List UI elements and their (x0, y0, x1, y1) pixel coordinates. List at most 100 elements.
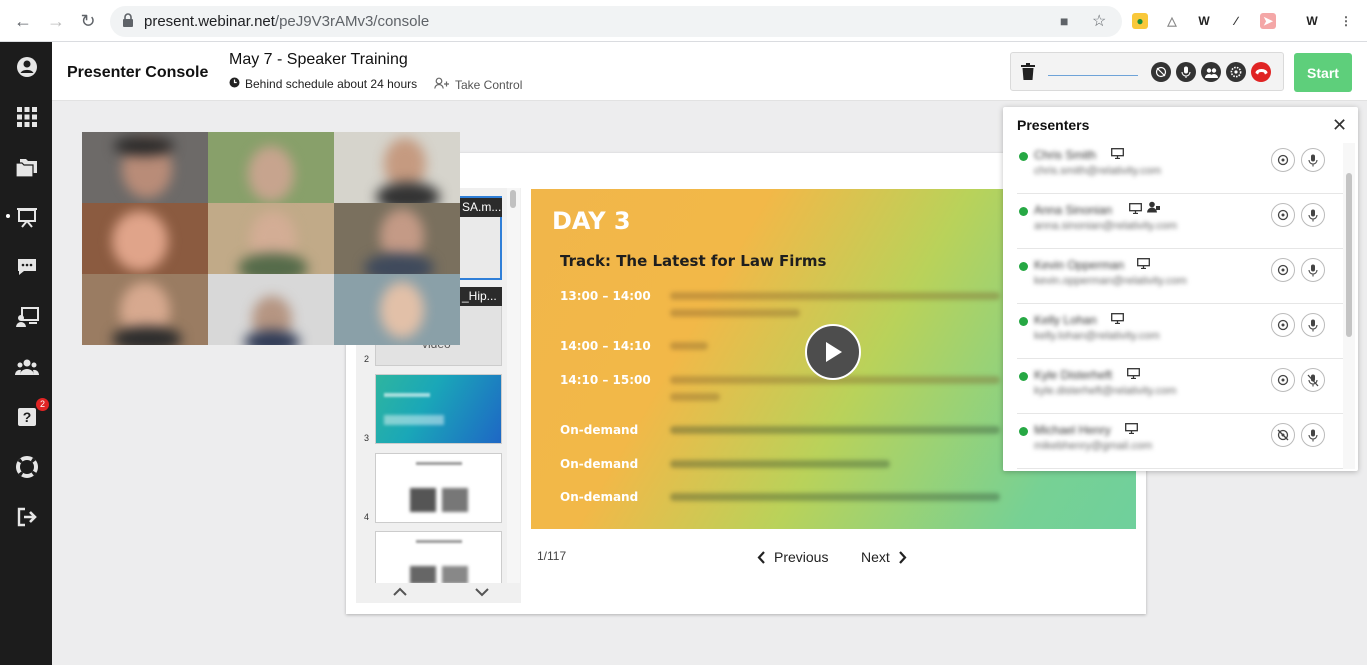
participants-button[interactable] (1201, 62, 1221, 82)
scroll-handle[interactable] (1346, 173, 1352, 337)
slide-session-text (670, 309, 800, 317)
thumbnail-1-label: SA.m... (460, 198, 502, 217)
scroll-handle[interactable] (510, 190, 516, 208)
video-tile (208, 203, 334, 274)
thumbnail-text (416, 462, 462, 465)
camera-icon[interactable]: ■ (1060, 13, 1068, 29)
thumbnail-text (384, 415, 444, 425)
screen-share-icon (1137, 256, 1150, 274)
trash-icon[interactable] (1021, 63, 1037, 81)
slide-time: On-demand (560, 423, 639, 437)
chevron-up-icon[interactable] (393, 584, 407, 600)
slide-time: 14:10 – 15:00 (560, 373, 651, 387)
thumbnail-photo (410, 488, 436, 512)
extension-icon[interactable]: ➤ (1260, 13, 1276, 29)
slide-time: 14:00 – 14:10 (560, 339, 651, 353)
extension-icon[interactable]: W (1304, 13, 1320, 29)
presenter-email: chris.smith@relativity.com (1034, 165, 1162, 177)
next-label: Next (861, 549, 890, 565)
console-title: Presenter Console (67, 64, 209, 81)
screen-share-icon (1111, 311, 1124, 329)
event-title: May 7 - Speaker Training (229, 51, 408, 68)
mic-toggle-button[interactable] (1301, 313, 1325, 337)
mic-toggle-button[interactable] (1301, 203, 1325, 227)
mic-button[interactable] (1176, 62, 1196, 82)
presenter-name: Kyle Disterheft (1034, 368, 1113, 382)
thumbnail-5[interactable] (375, 531, 502, 583)
hang-up-button[interactable] (1251, 62, 1271, 82)
schedule-text: Behind schedule about 24 hours (245, 77, 418, 91)
chat-icon[interactable] (14, 254, 40, 280)
screen-share-icon (1127, 366, 1140, 384)
participant-face (112, 211, 168, 271)
presenters-scrollbar[interactable] (1343, 143, 1355, 469)
previous-button[interactable]: Previous (757, 549, 828, 565)
url-text: present.webinar.net/peJ9V3rAMv3/console (144, 13, 430, 30)
settings-button[interactable] (1226, 62, 1246, 82)
take-control-button[interactable]: Take Control (434, 77, 522, 92)
participant-face (364, 253, 434, 274)
user-icon[interactable] (14, 54, 40, 80)
thumbnail-3[interactable] (375, 374, 502, 444)
video-tile (208, 132, 334, 203)
next-button[interactable]: Next (861, 549, 907, 565)
folders-icon[interactable] (14, 154, 40, 180)
start-button[interactable]: Start (1294, 53, 1352, 92)
chevron-right-icon (898, 550, 907, 564)
presentation-icon[interactable] (14, 204, 40, 230)
thumbnail-2-label: _Hip... (460, 287, 502, 306)
thumbnail-number: 4 (364, 512, 370, 522)
presenter-name: Michael Henry (1034, 423, 1111, 437)
menu-kebab-icon[interactable]: ⋮ (1338, 13, 1354, 29)
thumbnail-4[interactable] (375, 453, 502, 523)
mic-muted-button[interactable] (1301, 368, 1325, 392)
play-button[interactable] (805, 324, 861, 380)
close-icon[interactable]: ✕ (1332, 115, 1347, 136)
camera-toggle-button[interactable] (1271, 368, 1295, 392)
extension-icon[interactable]: W (1196, 13, 1212, 29)
presenter-name: Kevin Opperman (1034, 258, 1125, 272)
mic-toggle-button[interactable] (1301, 423, 1325, 447)
slide-track: Track: The Latest for Law Firms (560, 252, 827, 270)
lock-icon (122, 13, 136, 29)
schedule-status: Behind schedule about 24 hours (229, 77, 417, 91)
presenter-row: Chris Smith chris.smith@relativity.com (1017, 139, 1343, 194)
participant-face (112, 326, 182, 345)
presenter-screen-icon[interactable] (14, 304, 40, 330)
chevron-down-icon[interactable] (475, 584, 489, 600)
camera-off-toggle-button[interactable] (1271, 423, 1295, 447)
video-tile (82, 274, 208, 345)
camera-toggle-button[interactable] (1271, 313, 1295, 337)
camera-off-button[interactable] (1151, 62, 1171, 82)
reload-icon[interactable]: ↻ (78, 11, 98, 31)
people-icon[interactable] (14, 354, 40, 380)
participant-face (244, 330, 300, 345)
back-icon[interactable]: ← (13, 11, 33, 31)
slide-session-text (670, 393, 720, 401)
app-header: Presenter Console May 7 - Speaker Traini… (52, 42, 1367, 101)
camera-toggle-button[interactable] (1271, 203, 1295, 227)
bookmark-star-icon[interactable]: ☆ (1092, 11, 1106, 31)
video-grid[interactable] (82, 132, 460, 345)
camera-toggle-button[interactable] (1271, 258, 1295, 282)
presenter-email: anna.sinonian@relativity.com (1034, 220, 1178, 232)
online-indicator (1019, 317, 1028, 326)
svg-text:?: ? (23, 409, 32, 425)
slide-time: On-demand (560, 457, 639, 471)
screen-share-icon (1111, 146, 1124, 164)
mic-toggle-button[interactable] (1301, 258, 1325, 282)
extension-icon[interactable]: △ (1164, 13, 1180, 29)
slide-day: DAY 3 (552, 207, 631, 235)
address-bar[interactable]: present.webinar.net/peJ9V3rAMv3/console … (110, 6, 1122, 37)
grid-icon[interactable] (14, 104, 40, 130)
mic-toggle-button[interactable] (1301, 148, 1325, 172)
extension-icon[interactable]: ∕ (1228, 13, 1244, 29)
thumbnail-scrollbar[interactable] (507, 188, 520, 583)
lifebuoy-icon[interactable] (14, 454, 40, 480)
video-tile (208, 274, 334, 345)
camera-toggle-button[interactable] (1271, 148, 1295, 172)
extension-icon[interactable]: ● (1132, 13, 1148, 29)
screen-share-icon (1129, 201, 1142, 219)
sign-out-icon[interactable] (14, 504, 40, 530)
forward-icon[interactable]: → (46, 11, 66, 31)
